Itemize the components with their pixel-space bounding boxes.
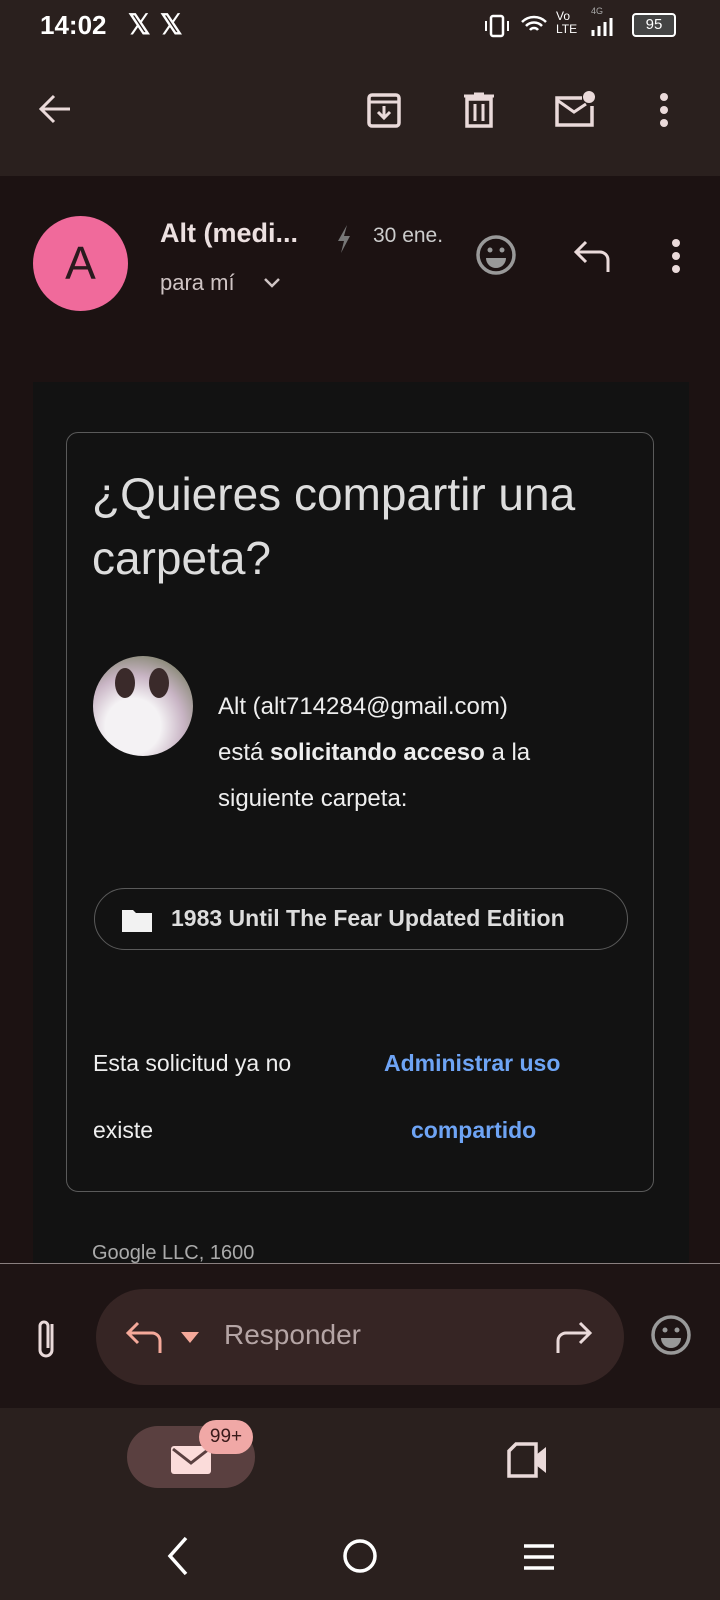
attach-icon[interactable] <box>34 1316 60 1360</box>
footer-text: Google LLC, 1600 <box>92 1242 255 1264</box>
reply-input[interactable]: Responder <box>96 1289 624 1385</box>
text-bold: solicitando acceso <box>270 739 485 766</box>
video-meet-icon[interactable] <box>506 1442 550 1478</box>
emoji-icon[interactable] <box>650 1314 692 1356</box>
x-icon: 𝕏 <box>128 9 151 40</box>
manage-sharing-link[interactable]: Administrar uso <box>384 1050 560 1077</box>
reply-icon[interactable] <box>124 1319 164 1355</box>
wifi-icon <box>521 15 547 31</box>
vibrate-icon <box>485 14 509 38</box>
card-title: ¿Quieres compartir una carpeta? <box>92 468 576 584</box>
network-type: 4G <box>591 6 604 16</box>
request-text: Alt (alt714284@gmail.com) está solicitan… <box>218 684 618 822</box>
recipient[interactable]: para mí <box>160 270 235 296</box>
mark-unread-icon[interactable] <box>554 90 596 128</box>
requester-avatar <box>93 656 193 756</box>
more-vert-icon[interactable] <box>658 92 670 128</box>
forward-icon[interactable] <box>554 1319 594 1355</box>
requester-email: Alt (alt714284@gmail.com) <box>218 693 508 720</box>
signal-icon <box>591 18 613 36</box>
network-label: Vo LTE <box>556 9 578 36</box>
trash-icon[interactable] <box>462 92 496 128</box>
nav-back-icon[interactable] <box>164 1534 194 1578</box>
back-arrow-icon[interactable] <box>36 90 74 128</box>
avatar[interactable]: A <box>33 216 128 311</box>
folder-icon <box>122 910 152 932</box>
status-text: existe <box>93 1117 154 1143</box>
archive-icon[interactable] <box>366 92 402 128</box>
x-icon: 𝕏 <box>160 9 183 40</box>
sender-name[interactable]: Alt (medi... <box>160 218 298 249</box>
status-bar: 14:02 𝕏 𝕏 Vo LTE 4G 95 <box>0 0 720 56</box>
emoji-react-icon[interactable] <box>475 234 517 276</box>
folder-chip[interactable]: 1983 Until The Fear Updated Edition <box>94 888 628 950</box>
mail-tab[interactable]: 99+ <box>127 1420 255 1488</box>
nav-home-icon[interactable] <box>342 1538 378 1574</box>
unread-badge: 99+ <box>199 1420 253 1454</box>
status-text: Esta solicitud ya no <box>93 1050 292 1076</box>
more-vert-icon[interactable] <box>670 238 682 274</box>
email-date: 30 ene. <box>373 224 444 247</box>
manage-sharing-link[interactable]: compartido <box>411 1117 536 1144</box>
battery-level: 95 <box>645 16 663 33</box>
bottom-nav: 99+ <box>0 1408 720 1600</box>
reply-placeholder: Responder <box>224 1319 361 1350</box>
caret-down-icon[interactable] <box>180 1331 200 1345</box>
lightning-icon <box>338 225 350 253</box>
nav-recents-icon[interactable] <box>522 1542 556 1572</box>
text: está <box>218 739 271 766</box>
reply-bar: Responder <box>0 1263 720 1408</box>
folder-name: 1983 Until The Fear Updated Edition <box>171 905 565 931</box>
clock: 14:02 <box>40 10 107 40</box>
toolbar <box>0 56 720 176</box>
reply-icon[interactable] <box>572 238 612 274</box>
battery-icon: 95 <box>632 13 676 37</box>
chevron-down-icon[interactable] <box>262 276 282 290</box>
